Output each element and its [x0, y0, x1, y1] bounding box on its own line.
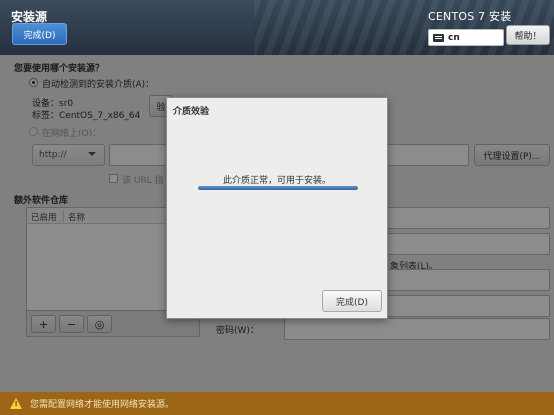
keyboard-icon: [433, 33, 444, 42]
verify-progress-bar: [198, 186, 358, 190]
warning-text[interactable]: 您需配置网络才能使用网络安装源。: [30, 397, 174, 410]
header-bar: 安装源 完成(D) CENTOS 7 安装 cn 帮助！: [0, 0, 554, 55]
keyboard-layout-indicator[interactable]: cn: [428, 29, 504, 46]
dialog-title: 介质效验: [173, 107, 210, 117]
product-title: CENTOS 7 安装: [428, 10, 512, 23]
done-button[interactable]: 完成(D): [12, 23, 67, 45]
warning-bar: 您需配置网络才能使用网络安装源。: [0, 392, 554, 415]
keyboard-layout-label: cn: [448, 32, 460, 43]
dialog-done-button[interactable]: 完成(D): [322, 290, 382, 312]
help-button[interactable]: 帮助！: [506, 25, 550, 45]
dialog-message: 此介质正常，可用于安装。: [222, 176, 331, 186]
verify-progress-fill: [198, 186, 358, 190]
media-check-dialog: 介质效验 此介质正常，可用于安装。 完成(D): [166, 97, 388, 319]
warning-icon: [10, 398, 22, 409]
